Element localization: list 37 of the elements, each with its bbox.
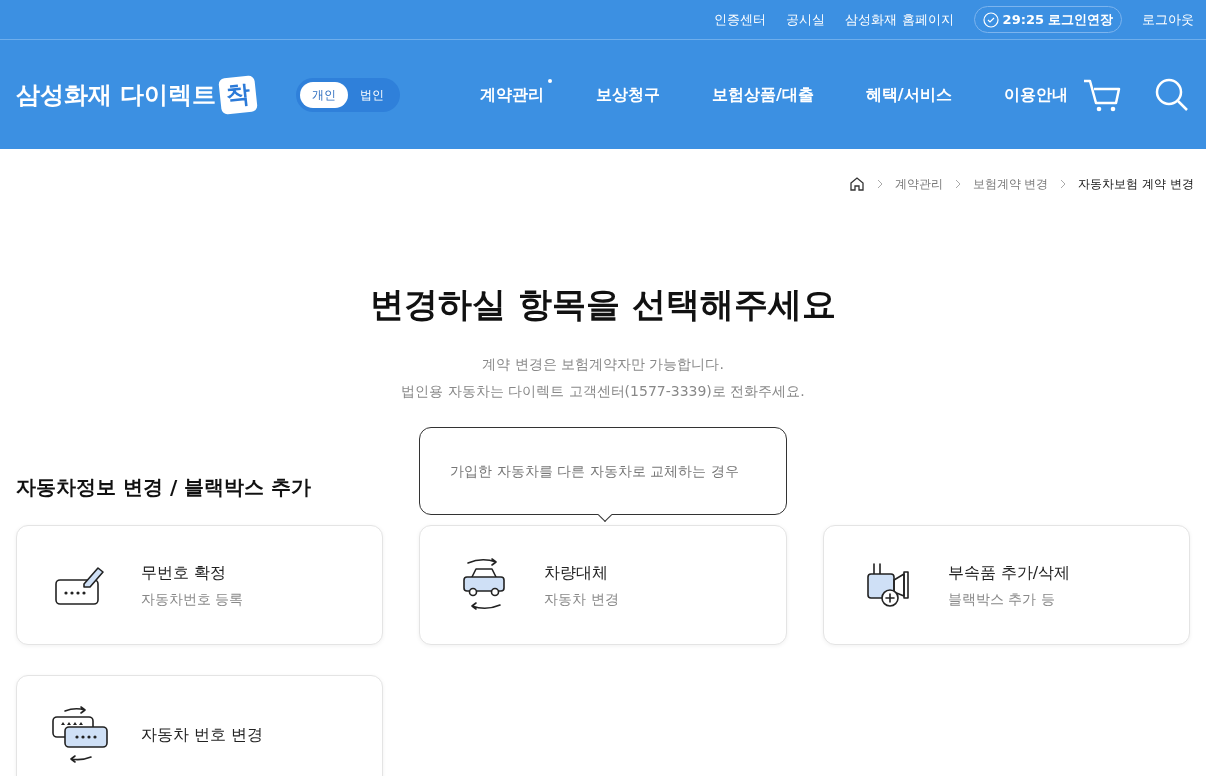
breadcrumb-link[interactable]: 계약관리: [894, 175, 943, 193]
top-link[interactable]: 삼성화재 홈페이지: [845, 9, 954, 30]
option-card[interactable]: 부속품 추가/삭제 블랙박스 추가 등: [822, 525, 1190, 645]
nav-link[interactable]: 혜택/서비스: [865, 82, 952, 107]
top-link[interactable]: 인증센터: [714, 9, 767, 30]
card-title: 부속품 추가/삭제: [947, 561, 1071, 584]
card-title: 무번호 확정: [141, 561, 228, 584]
logout-link[interactable]: 로그아웃: [1142, 9, 1194, 30]
card-title: 차량대체: [544, 561, 610, 584]
option-card[interactable]: 무번호 확정 자동차번호 등록: [16, 525, 384, 645]
breadcrumb-link[interactable]: 자동차보험 계약 변경: [1078, 175, 1194, 193]
nav-link[interactable]: 이용안내: [1003, 82, 1068, 107]
breadcrumb-link[interactable]: 보험계약 변경: [972, 175, 1049, 193]
user-type-tab[interactable]: 개인: [300, 81, 348, 108]
logo-text[interactable]: 삼성화재 다이렉트: [16, 76, 217, 113]
chevron-icon: [1060, 179, 1067, 189]
notice-text: 법인용 자동차는 다이렉트 고객센터(1577-3339)로 전화주세요.: [401, 382, 805, 401]
chevron-icon: [876, 179, 883, 189]
card-subtitle: 블랙박스 추가 등: [947, 589, 1056, 609]
card-subtitle: 자동차 변경: [544, 589, 619, 609]
user-type-tab[interactable]: 법인: [348, 81, 396, 108]
nav-link[interactable]: 계약관리: [480, 82, 544, 107]
nav-link[interactable]: 보상청구: [596, 82, 660, 107]
home-icon[interactable]: [848, 176, 865, 192]
card-title: 자동차 번호 변경: [141, 724, 264, 746]
card-subtitle: 자동차번호 등록: [141, 589, 244, 609]
nav-link[interactable]: 보험상품/대출: [712, 82, 814, 107]
logo-badge[interactable]: 착: [218, 74, 259, 115]
option-card[interactable]: 차량대체 자동차 변경: [419, 525, 787, 645]
notice-text: 계약 변경은 보험계약자만 가능합니다.: [482, 355, 724, 374]
check-circle-icon: [982, 11, 999, 28]
page-title: 변경하실 항목을 선택해주세요: [369, 283, 837, 326]
chevron-icon: [954, 179, 961, 189]
search-icon[interactable]: [1154, 76, 1190, 113]
plates-arrows-icon: [51, 705, 111, 765]
top-link[interactable]: 공시실: [786, 9, 826, 30]
option-card[interactable]: 자동차 번호 변경: [16, 675, 384, 776]
